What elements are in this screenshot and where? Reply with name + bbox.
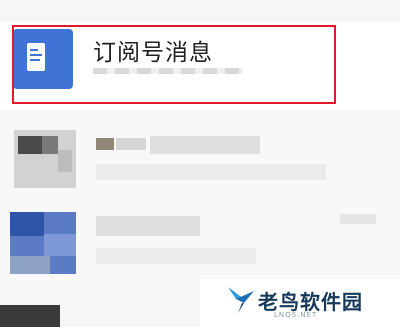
chat-list: 订阅号消息 老鸟软件园 LNQS.NET	[0, 0, 400, 327]
watermark-url: LNQS.NET	[274, 311, 318, 319]
chat-row-blurred[interactable]	[0, 112, 400, 200]
highlight-box	[12, 25, 336, 104]
chat-row-blurred[interactable]	[0, 200, 400, 290]
chat-row-avatar-blurred	[0, 305, 60, 327]
bird-logo	[228, 287, 254, 313]
